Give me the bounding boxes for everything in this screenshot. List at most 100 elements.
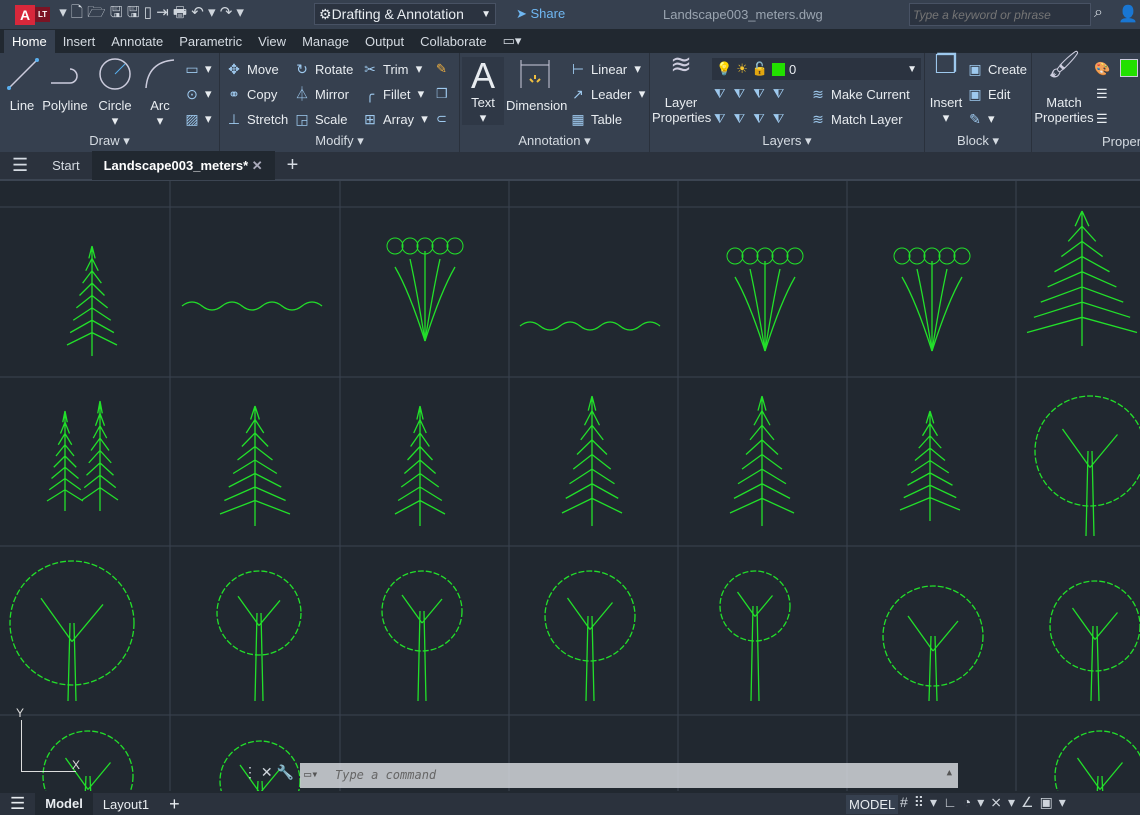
mirror-button[interactable]: ⏃Mirror <box>294 86 349 102</box>
chevron-down-icon: ▼ <box>481 9 491 20</box>
linear-button[interactable]: ⊢Linear ▾ <box>570 61 641 77</box>
block-attribute-button[interactable]: ✎▾ <box>967 111 995 127</box>
user-icon[interactable]: 👤 <box>1118 4 1138 24</box>
stretch-icon: ⊥ <box>226 111 242 127</box>
tree-canopy <box>43 731 133 791</box>
tree-canopy <box>10 561 134 685</box>
layer-tools-row1[interactable]: ⧨⧨⧨⧨ <box>714 86 792 102</box>
lineweight-icon[interactable]: ☰ <box>1096 86 1108 102</box>
properties-panel-title[interactable]: Properties <box>1102 134 1140 149</box>
tab-output[interactable]: Output <box>357 30 412 53</box>
command-prompt-icon: ▭▾ <box>304 767 318 781</box>
share-button[interactable]: ➤ Share <box>516 6 565 22</box>
tab-view[interactable]: View <box>250 30 294 53</box>
command-input[interactable]: Type a command▭▾▲ <box>300 763 958 788</box>
tree-trunk <box>238 596 280 701</box>
close-icon[interactable]: ✕ <box>252 158 263 173</box>
drawing-svg <box>0 181 1140 791</box>
arc-button[interactable]: Arc▾ <box>142 57 178 128</box>
polyline-button[interactable]: Polyline <box>42 57 88 113</box>
line-button[interactable]: Line <box>6 57 38 113</box>
tree-canopy <box>720 571 790 641</box>
rotate-icon: ↻ <box>294 61 310 77</box>
flower-head <box>402 238 418 254</box>
make-current-button[interactable]: ≋Make Current <box>810 86 910 102</box>
erase-icon[interactable]: ✎ <box>436 61 447 77</box>
layer-tools-row2[interactable]: ⧨⧨⧨⧨ <box>714 111 792 127</box>
annotation-panel-title[interactable]: Annotation ▾ <box>460 133 649 149</box>
scale-button[interactable]: ◲Scale <box>294 111 348 127</box>
circle-button[interactable]: Circle▾ <box>94 57 136 128</box>
rectangle-button[interactable]: ▭▾ <box>184 61 212 77</box>
layer-properties-button[interactable]: ≋Layer Properties <box>652 57 710 125</box>
search-input[interactable] <box>909 3 1091 26</box>
text-icon: A <box>462 57 504 95</box>
rotate-button[interactable]: ↻Rotate <box>294 61 353 77</box>
text-button[interactable]: AText▾ <box>462 57 504 125</box>
new-tab-button[interactable]: + <box>275 154 311 177</box>
add-layout-button[interactable]: + <box>159 794 190 815</box>
tab-manage[interactable]: Manage <box>294 30 357 53</box>
conifer-drawing <box>562 396 622 526</box>
explode-icon[interactable]: ❒ <box>436 86 448 102</box>
match-layer-button[interactable]: ≋Match Layer <box>810 111 903 127</box>
color-swatch[interactable] <box>1120 59 1138 77</box>
trim-button[interactable]: ✂Trim ▾ <box>362 61 422 77</box>
tab-home[interactable]: Home <box>4 30 55 53</box>
tab-parametric[interactable]: Parametric <box>171 30 250 53</box>
move-button[interactable]: ✥Move <box>226 61 279 77</box>
tab-layout1[interactable]: Layout1 <box>93 797 159 812</box>
ribbon: Line Polyline Circle▾ Arc▾ ▭▾ ⊙▾ ▨▾ Draw… <box>0 53 1140 152</box>
layer-dropdown[interactable]: 💡☀🔓0▼ <box>712 58 921 80</box>
flower-stem <box>917 269 932 351</box>
tab-document[interactable]: Landscape003_meters* ✕ <box>92 151 275 180</box>
table-icon: ▦ <box>570 111 586 127</box>
quick-access-toolbar[interactable]: ▾ 🗋 🗁 🖫 🖫 ▯ ⇥ 🖶 ↶ ▾ ↷ ▾ <box>59 2 244 27</box>
hatch-button[interactable]: ▨▾ <box>184 111 212 127</box>
copy-button[interactable]: ⚭Copy <box>226 86 277 102</box>
tab-collaborate[interactable]: Collaborate <box>412 30 495 53</box>
modify-panel-title[interactable]: Modify ▾ <box>220 133 459 149</box>
menu-icon[interactable]: ☰ <box>0 155 40 176</box>
stretch-button[interactable]: ⊥Stretch <box>226 111 288 127</box>
create-block-icon: ▣ <box>967 61 983 77</box>
table-button[interactable]: ▦Table <box>570 111 622 127</box>
array-button[interactable]: ⊞Array ▾ <box>362 111 428 127</box>
match-properties-button[interactable]: 🖌Match Properties <box>1034 57 1094 125</box>
dimension-button[interactable]: Dimension <box>506 57 564 113</box>
block-panel-title[interactable]: Block ▾ <box>925 133 1031 149</box>
tab-annotate[interactable]: Annotate <box>103 30 171 53</box>
model-space-button[interactable]: MODEL <box>846 795 898 814</box>
color-wheel-icon[interactable]: 🎨 <box>1094 61 1110 77</box>
leader-button[interactable]: ↗Leader ▾ <box>570 86 645 102</box>
search-icon[interactable]: ⌕ <box>1094 4 1103 22</box>
flower-stem <box>902 277 932 351</box>
block-panel: ❐Insert▾ ▣Create ▣Edit ✎▾ Block ▾ <box>925 53 1032 152</box>
offset-icon[interactable]: ⊂ <box>436 111 447 127</box>
edit-block-button[interactable]: ▣Edit <box>967 86 1010 102</box>
fillet-button[interactable]: ╭Fillet ▾ <box>362 86 424 102</box>
trim-icon: ✂ <box>362 61 378 77</box>
tab-insert[interactable]: Insert <box>55 30 104 53</box>
leader-icon: ↗ <box>570 86 586 102</box>
tab-model[interactable]: Model <box>35 793 93 815</box>
workspace-dropdown[interactable]: ⚙Drafting & Annotation▼ <box>314 3 496 25</box>
status-toggles[interactable]: #⠿▾∟◔▾⨯▾∠▣▾ <box>900 794 1072 811</box>
draw-panel-title[interactable]: Draw ▾ <box>0 133 219 149</box>
create-block-button[interactable]: ▣Create <box>967 61 1027 77</box>
linetype-icon[interactable]: ☰ <box>1096 111 1108 127</box>
layers-panel-title[interactable]: Layers ▾ <box>650 133 924 149</box>
line-icon <box>6 57 40 91</box>
tab-start[interactable]: Start <box>40 158 91 173</box>
app-logo[interactable]: A <box>15 5 35 25</box>
drawing-canvas[interactable] <box>0 181 1140 791</box>
conifer-drawing <box>47 411 83 511</box>
command-history-icon[interactable]: ▲ <box>947 768 952 778</box>
properties-panel: 🖌Match Properties 🎨 ☰ ☰ Properties <box>1032 53 1140 152</box>
flower-stem <box>750 269 765 351</box>
ellipse-button[interactable]: ⊙▾ <box>184 86 212 102</box>
insert-button[interactable]: ❐Insert▾ <box>927 57 965 125</box>
layout-menu-icon[interactable]: ☰ <box>0 794 35 814</box>
ribbon-options-button[interactable]: ▭▾ <box>495 29 530 53</box>
command-line-controls[interactable]: ⋮ ✕ 🔧 <box>243 764 294 781</box>
